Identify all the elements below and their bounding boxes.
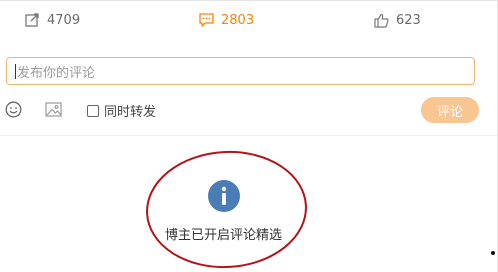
like-button[interactable]: 623	[374, 10, 421, 30]
comment-count: 2803	[221, 12, 255, 28]
sync-repost-label: 同时转发	[104, 105, 157, 120]
submit-comment-label: 评论	[436, 104, 463, 120]
top-border	[0, 0, 498, 1]
thumbs-up-icon	[374, 13, 389, 28]
comment-curation-notice: 博主已开启评论精选	[164, 228, 282, 243]
smiley-icon	[5, 101, 22, 118]
sync-repost-option[interactable]: 同时转发	[87, 101, 156, 120]
submit-comment-button[interactable]: 评论	[421, 97, 479, 123]
image-button[interactable]	[45, 101, 63, 122]
sync-repost-checkbox[interactable]	[87, 104, 99, 117]
divider	[0, 135, 497, 136]
text-caret	[15, 63, 16, 79]
emoji-button[interactable]	[5, 101, 22, 122]
like-count: 623	[396, 12, 421, 28]
comment-input-placeholder: 发布你的评论	[17, 65, 96, 81]
annotation-dot	[491, 251, 495, 255]
comment-icon	[199, 13, 214, 27]
share-icon	[25, 13, 39, 27]
info-icon	[208, 180, 240, 216]
comment-input[interactable]: 发布你的评论	[6, 57, 475, 85]
comment-button[interactable]: 2803	[199, 10, 254, 30]
repost-button[interactable]: 4709	[25, 10, 80, 30]
image-icon	[45, 102, 62, 117]
repost-count: 4709	[47, 12, 81, 28]
